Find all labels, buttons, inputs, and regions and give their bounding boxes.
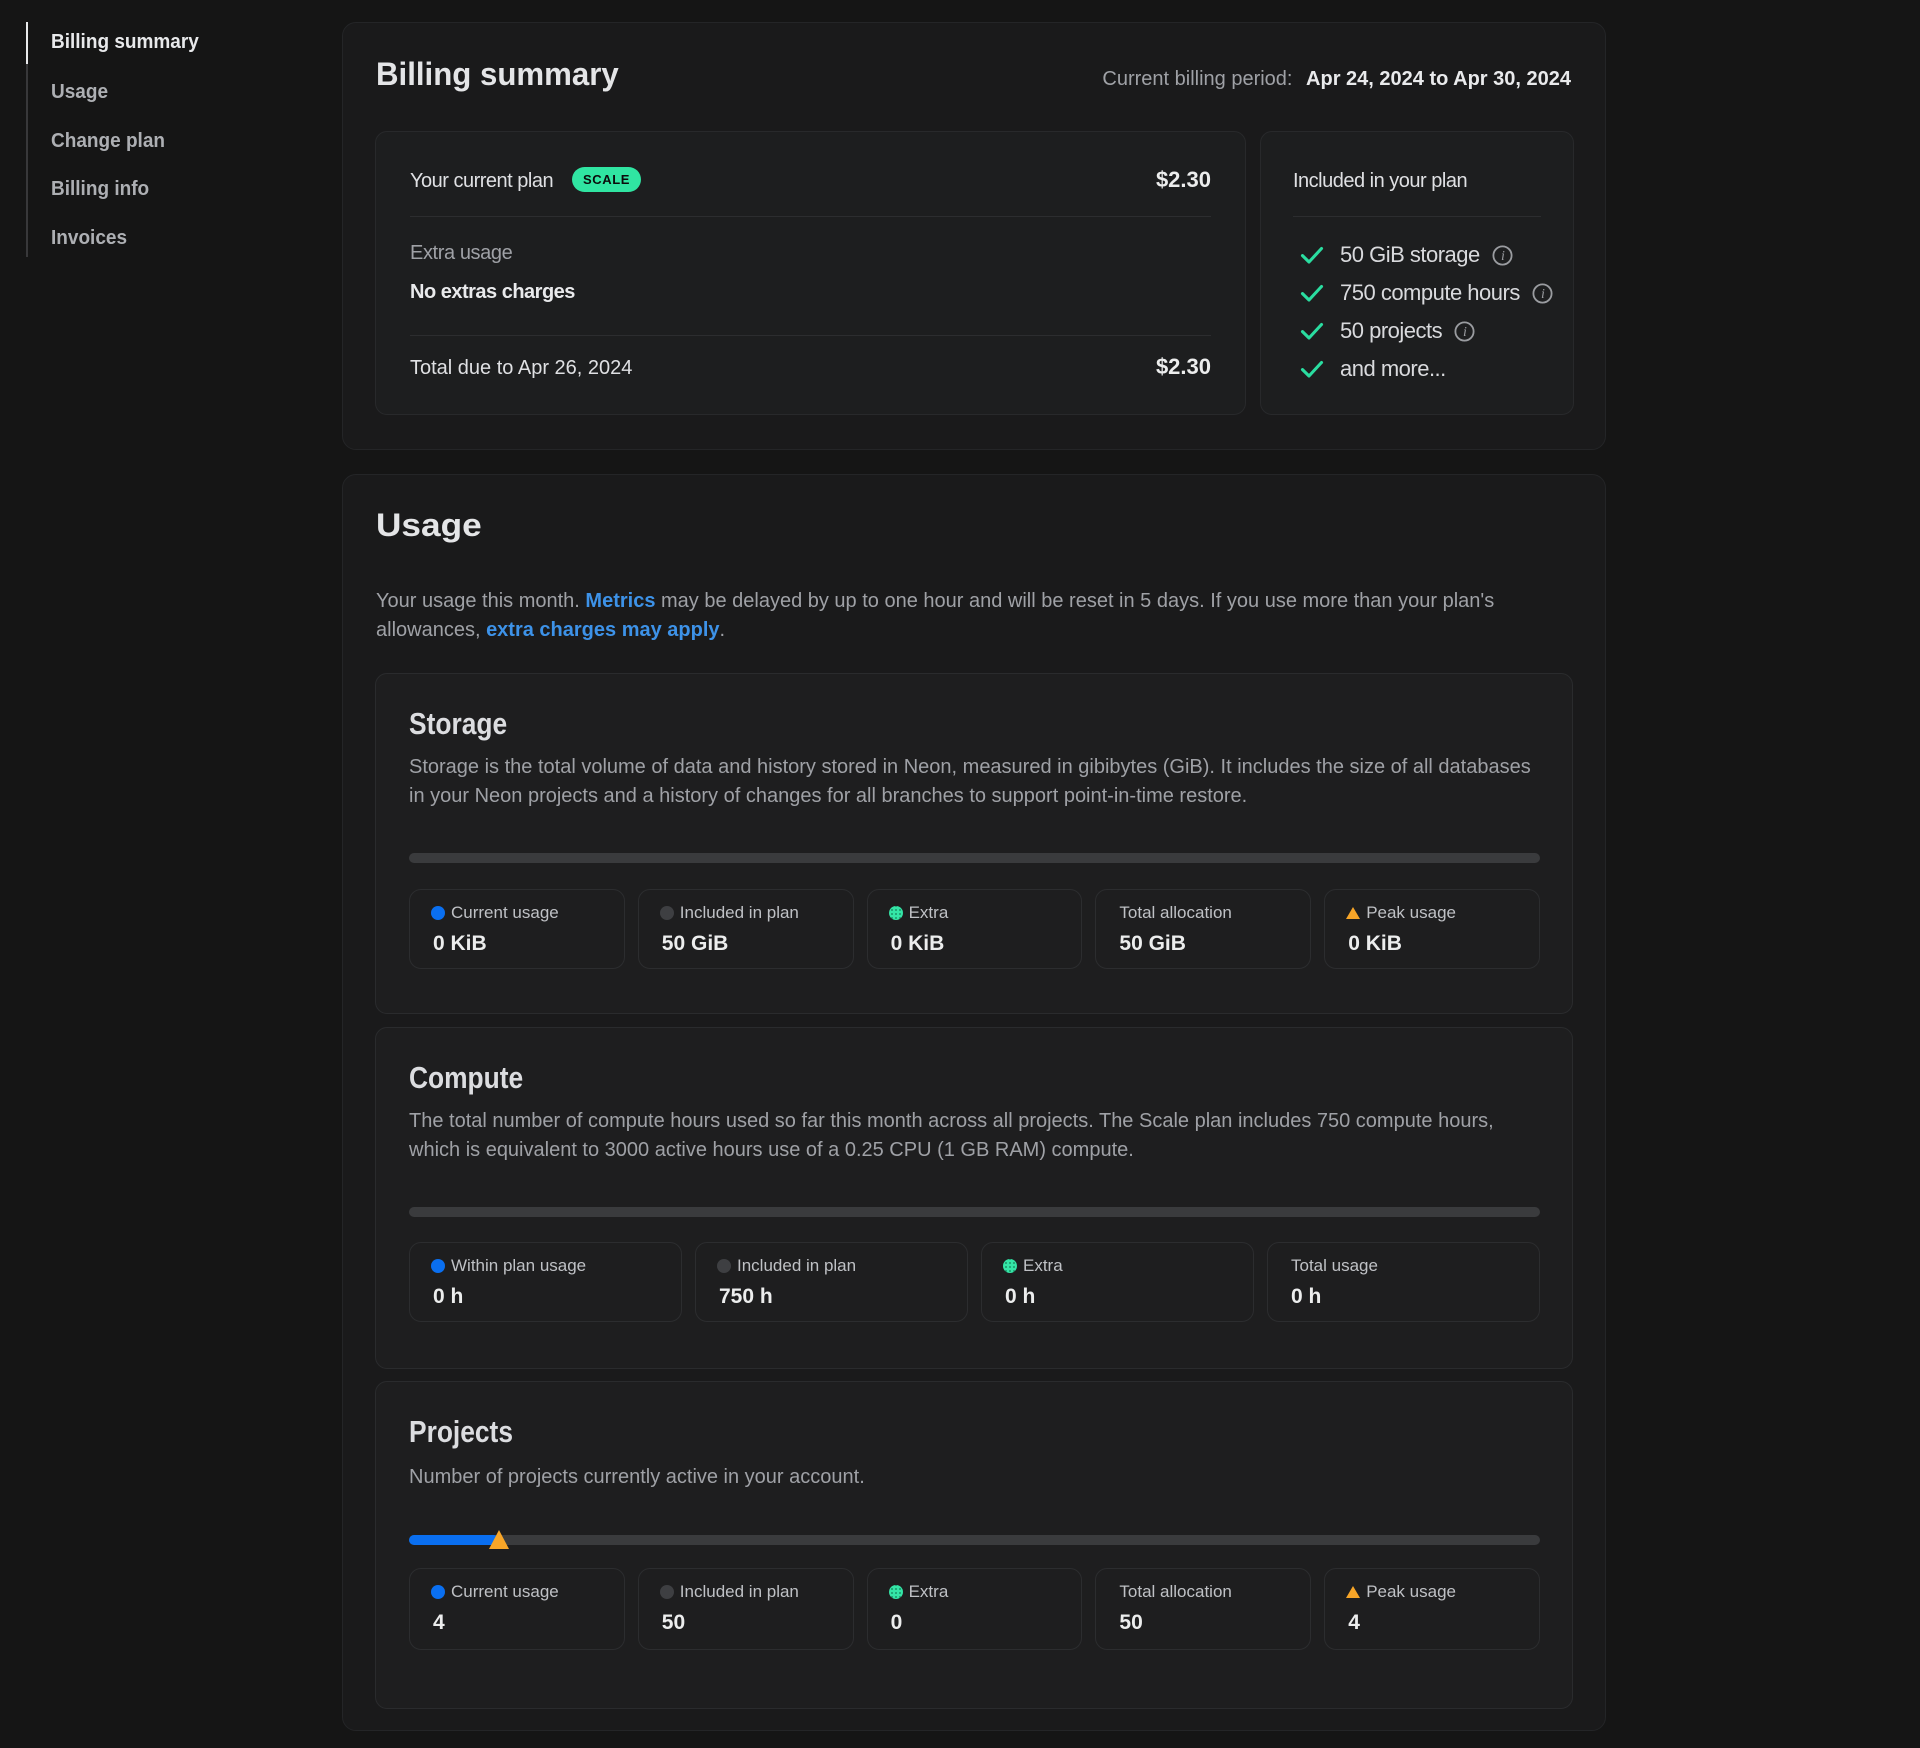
svg-text:i: i bbox=[1501, 249, 1505, 264]
svg-text:i: i bbox=[1541, 287, 1545, 302]
svg-text:i: i bbox=[1463, 325, 1467, 340]
